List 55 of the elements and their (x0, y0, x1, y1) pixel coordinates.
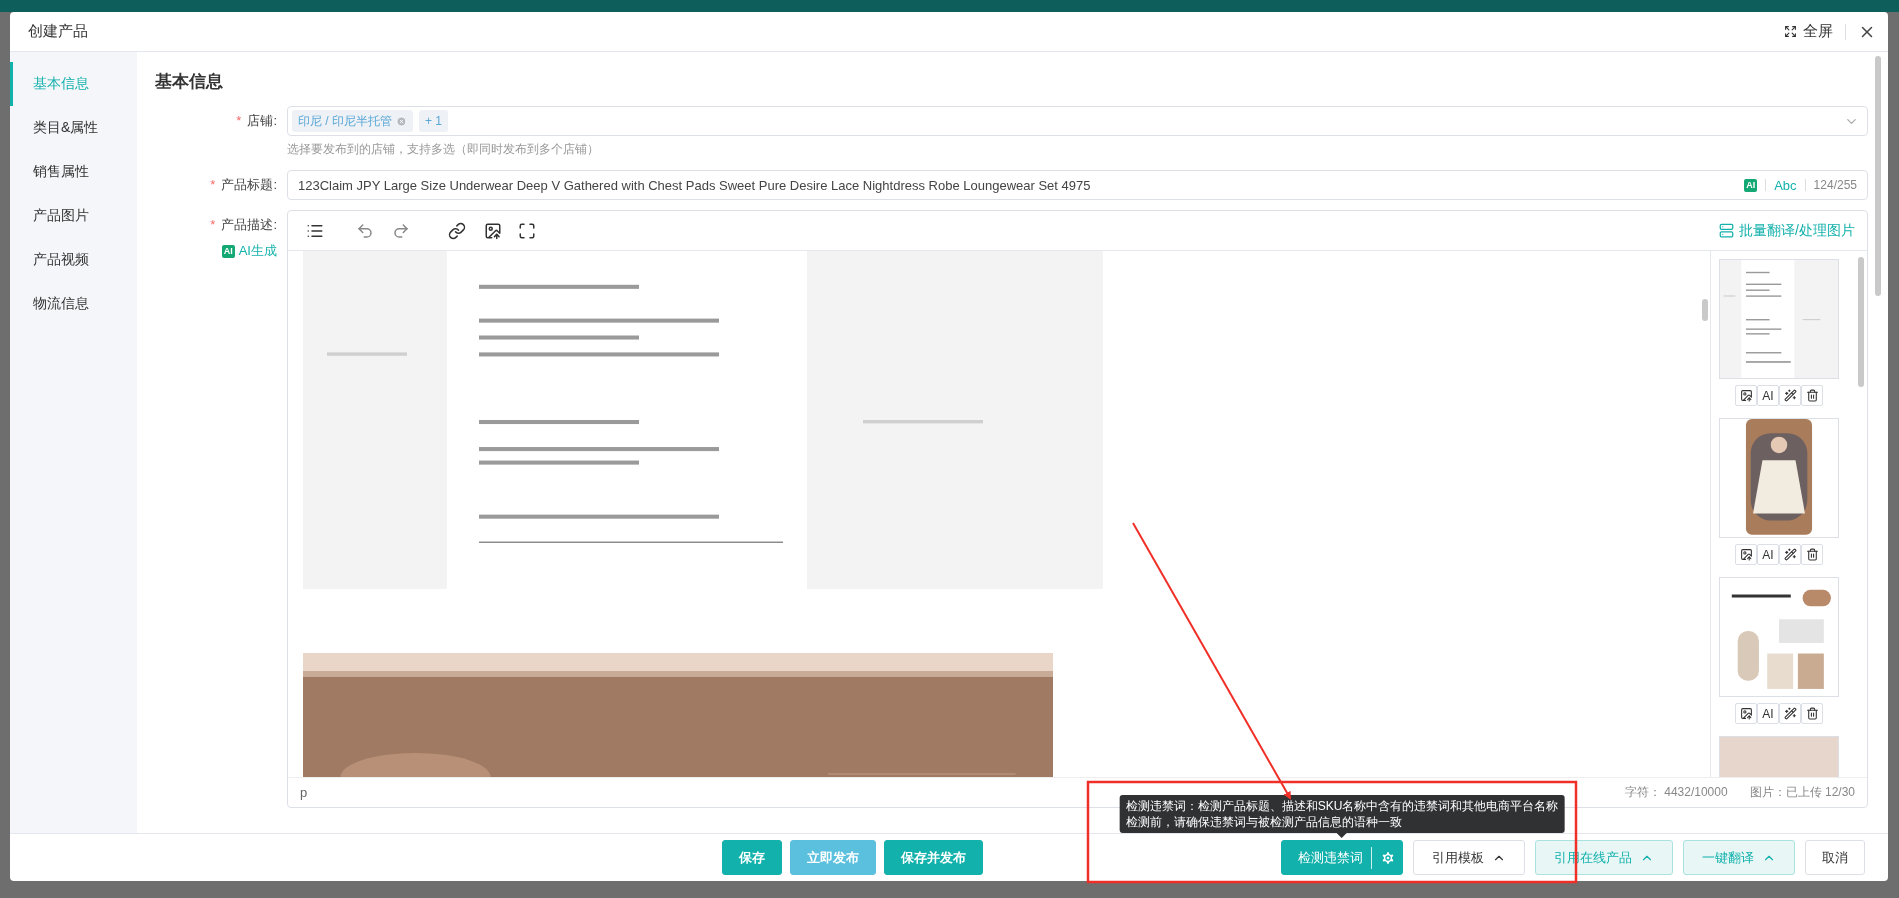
element-path: p (300, 785, 308, 800)
fullscreen-button[interactable]: 全屏 (1784, 22, 1833, 41)
settings-icon[interactable] (1380, 849, 1396, 866)
trash-icon (1805, 548, 1819, 561)
scrollbar-thumb[interactable] (1875, 56, 1881, 296)
magic-wand-icon (1783, 548, 1797, 561)
expand-icon[interactable] (518, 221, 536, 240)
delete-button[interactable] (1801, 544, 1823, 565)
ai-button[interactable]: AI (1757, 385, 1779, 406)
dialog-title: 创建产品 (28, 22, 88, 41)
nav-item[interactable]: 产品视频 (10, 238, 137, 282)
replace-image-button[interactable] (1735, 544, 1757, 565)
delete-button[interactable] (1801, 385, 1823, 406)
store-tag: 印尼 / 印尼半托管 (292, 110, 413, 132)
delete-button[interactable] (1801, 703, 1823, 724)
magic-wand-icon (1783, 707, 1797, 720)
replace-image-button[interactable] (1735, 703, 1757, 724)
tooltip-arrow (1337, 833, 1347, 838)
magic-wand-icon (1783, 389, 1797, 402)
expand-icon (1784, 25, 1797, 38)
redo-icon[interactable] (392, 221, 410, 240)
scrollbar-thumb[interactable] (1858, 257, 1864, 387)
ai-badge: AI (221, 244, 235, 258)
image-upload-icon (1739, 707, 1753, 720)
cancel-button[interactable]: 取消 (1805, 840, 1865, 875)
nav-item[interactable]: 销售属性 (10, 150, 137, 194)
scrollbar-thumb[interactable] (1702, 299, 1708, 321)
section-title: 基本信息 (155, 71, 224, 93)
more-tag: + 1 (419, 110, 449, 132)
ai-button[interactable]: AI (1757, 703, 1779, 724)
magic-wand-button[interactable] (1779, 385, 1801, 406)
char-counter: 124/255 (1813, 178, 1857, 192)
ai-button[interactable]: AI (1757, 544, 1779, 565)
image-upload-icon (1739, 389, 1753, 402)
nav-item[interactable]: 产品图片 (10, 194, 137, 238)
trash-icon (1805, 707, 1819, 720)
image-upload-icon[interactable] (484, 221, 502, 240)
replace-image-button[interactable] (1735, 385, 1757, 406)
stack-icon (1719, 223, 1735, 238)
trash-icon (1805, 389, 1819, 402)
magic-wand-button[interactable] (1779, 544, 1801, 565)
nav-item[interactable]: 类目&属性 (10, 106, 137, 150)
menu-button[interactable]: 引用模板 (1413, 840, 1525, 875)
field-label: * 产品标题: (210, 176, 277, 194)
undo-icon[interactable] (356, 221, 374, 240)
nav-item[interactable]: 物流信息 (10, 282, 137, 326)
field-hint: 选择要发布到的店铺，支持多选（即同时发布到多个店铺） (287, 141, 600, 158)
field-label: * 产品描述: (210, 216, 277, 234)
field-label: * 店铺: (236, 112, 277, 130)
char-count: 字符： 4432/10000 (1624, 784, 1728, 801)
link-icon[interactable] (448, 221, 466, 240)
image-count: 图片：已上传 12/30 (1749, 784, 1855, 801)
image-upload-icon (1739, 548, 1753, 561)
title-value: 123Claim JPY Large Size Underwear Deep V Gathered with Chest Pads Sweet Pure Desire Lace Nightdress Robe Loungewear Set 4975 (298, 177, 1092, 193)
magic-wand-button[interactable] (1779, 703, 1801, 724)
